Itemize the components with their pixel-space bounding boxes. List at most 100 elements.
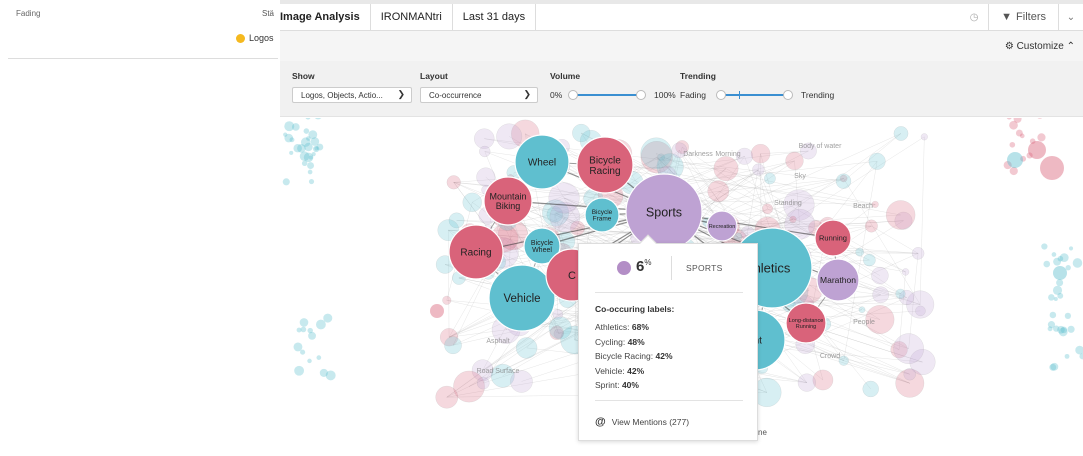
graph-node[interactable] [515, 337, 538, 359]
graph-node[interactable] [1009, 166, 1018, 176]
graph-node[interactable] [323, 313, 333, 323]
volume-max-handle[interactable] [636, 90, 646, 100]
graph-node[interactable] [872, 286, 890, 304]
graph-node[interactable] [862, 380, 879, 398]
graph-node[interactable] [1064, 312, 1072, 319]
graph-node[interactable] [316, 319, 326, 330]
graph-node[interactable] [1009, 141, 1016, 148]
graph-node[interactable] [640, 137, 673, 170]
graph-node[interactable] [1053, 266, 1067, 280]
graph-node[interactable] [1051, 252, 1057, 257]
graph-node[interactable] [915, 305, 926, 317]
graph-node[interactable] [1043, 260, 1051, 268]
graph-node[interactable] [1040, 156, 1064, 180]
graph-node[interactable] [901, 268, 910, 276]
graph-node-wheel[interactable]: Wheel [514, 134, 570, 190]
graph-node[interactable] [476, 376, 490, 390]
graph-node[interactable] [299, 151, 310, 162]
trending-min-handle[interactable] [716, 90, 726, 100]
graph-node[interactable] [785, 151, 804, 171]
graph-node[interactable] [1041, 243, 1048, 250]
graph-node[interactable] [314, 118, 323, 120]
graph-node[interactable] [300, 137, 311, 147]
graph-node[interactable] [496, 123, 523, 150]
graph-node[interactable] [1056, 279, 1064, 287]
volume-min-handle[interactable] [568, 90, 578, 100]
graph-node[interactable] [812, 369, 834, 391]
trending-slider-track[interactable] [721, 94, 788, 96]
graph-node-racing[interactable]: Racing [448, 224, 504, 280]
graph-node[interactable] [1068, 246, 1074, 251]
graph-node[interactable] [1060, 326, 1068, 334]
graph-node[interactable] [289, 137, 295, 143]
graph-node[interactable] [707, 180, 730, 203]
graph-node[interactable] [752, 163, 765, 176]
graph-node[interactable] [858, 306, 866, 314]
chevron-down-icon[interactable]: ⌄ [1059, 12, 1083, 23]
graph-node[interactable] [479, 145, 491, 158]
graph-node[interactable] [289, 150, 294, 155]
graph-node[interactable] [1057, 292, 1064, 299]
graph-node-sports[interactable]: Sports [625, 173, 703, 251]
trending-max-handle[interactable] [783, 90, 793, 100]
graph-node[interactable] [868, 152, 886, 170]
graph-node-vehicle[interactable]: Vehicle [488, 264, 556, 332]
graph-node[interactable] [283, 132, 288, 137]
graph-node[interactable] [549, 201, 581, 233]
graph-node-mountain-biking[interactable]: MountainBiking [483, 176, 533, 226]
graph-node[interactable] [838, 355, 849, 366]
graph-node[interactable] [444, 336, 462, 355]
graph-node-recreation[interactable]: Recreation [706, 210, 738, 242]
graph-node-bicycle-racing[interactable]: BicycleRacing [576, 136, 634, 194]
graph-node[interactable] [474, 128, 495, 149]
graph-node[interactable] [572, 123, 591, 143]
graph-node[interactable] [300, 326, 307, 333]
graph-node[interactable] [308, 331, 316, 340]
show-select[interactable]: Logos, Objects, Actio... ❯ [292, 87, 412, 103]
graph-node[interactable] [893, 126, 909, 141]
graph-node[interactable] [855, 247, 865, 257]
graph-node[interactable] [1059, 253, 1069, 263]
graph-node[interactable] [797, 373, 816, 392]
graph-node[interactable] [1075, 345, 1083, 355]
graph-node[interactable] [293, 143, 302, 153]
graph-node[interactable] [750, 143, 771, 164]
graph-node[interactable] [863, 253, 876, 267]
graph-node[interactable] [310, 137, 320, 146]
graph-node[interactable] [307, 358, 312, 364]
graph-node[interactable] [1064, 353, 1070, 359]
graph-node[interactable] [430, 304, 444, 318]
graph-node[interactable] [835, 173, 852, 189]
graph-node-long-distance-running[interactable]: Long-distanceRunning [785, 302, 827, 344]
graph-node[interactable] [1053, 325, 1060, 332]
volume-slider-track[interactable] [573, 94, 641, 96]
graph-node[interactable] [305, 118, 311, 120]
graph-node[interactable] [1036, 118, 1043, 119]
graph-node[interactable] [291, 123, 300, 131]
graph-node[interactable] [762, 203, 773, 215]
graph-node[interactable] [1007, 152, 1023, 168]
graph-node[interactable] [1067, 325, 1075, 333]
graph-node-bicycle-frame[interactable]: BicycleFrame [584, 197, 620, 233]
graph-node[interactable] [1037, 133, 1046, 142]
graph-node[interactable] [911, 247, 925, 260]
tab-date-range[interactable]: Last 31 days [453, 3, 537, 31]
graph-node[interactable] [1006, 118, 1012, 120]
graph-node[interactable] [435, 385, 459, 409]
layout-select[interactable]: Co-occurrence ❯ [420, 87, 538, 103]
graph-node[interactable] [903, 368, 916, 381]
tab-image-analysis[interactable]: Image Analysis [280, 3, 371, 31]
graph-node[interactable] [895, 288, 906, 299]
graph-node[interactable] [764, 172, 776, 185]
customize-button[interactable]: ⚙ Customize ⌃ [1005, 41, 1075, 52]
graph-node[interactable] [1065, 265, 1071, 271]
filters-button[interactable]: ▼ Filters [988, 3, 1059, 31]
graph-node[interactable] [294, 365, 305, 376]
graph-node[interactable] [300, 349, 306, 355]
graph-node[interactable] [871, 266, 889, 285]
graph-node[interactable] [308, 179, 315, 185]
graph-node[interactable] [548, 316, 572, 340]
tab-project[interactable]: IRONMANtri [371, 3, 453, 31]
view-mentions-link[interactable]: @ View Mentions (277) [595, 416, 689, 428]
graph-node[interactable] [920, 133, 928, 141]
